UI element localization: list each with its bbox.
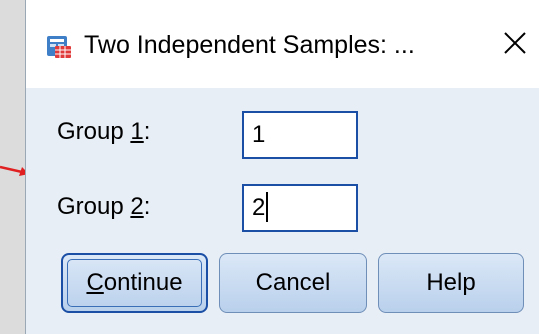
group2-label-mnemonic: 2 [130, 193, 144, 220]
continue-button[interactable]: Continue [61, 253, 208, 313]
group2-value: 2 [252, 194, 266, 221]
cancel-button[interactable]: Cancel [219, 253, 367, 313]
text-caret [266, 191, 269, 222]
group2-label-suffix: : [143, 193, 151, 220]
two-independent-samples-dialog: Two Independent Samples: ... Group 1: 1 … [25, 0, 539, 334]
group2-input[interactable]: 2 [242, 184, 358, 232]
group1-label-prefix: Group [57, 118, 131, 145]
spss-table-icon [47, 36, 71, 58]
dialog-titlebar[interactable]: Two Independent Samples: ... [26, 0, 539, 88]
group1-label-suffix: : [143, 118, 151, 145]
group1-value: 1 [252, 121, 266, 148]
focus-ring [67, 259, 202, 307]
dialog-title: Two Independent Samples: ... [84, 31, 415, 59]
group2-label: Group 2: [57, 193, 150, 221]
close-button[interactable] [498, 26, 532, 60]
help-button[interactable]: Help [378, 253, 524, 313]
group1-input[interactable]: 1 [242, 111, 358, 159]
close-icon [504, 32, 526, 54]
screenshot-stage: Two Independent Samples: ... Group 1: 1 … [0, 0, 539, 334]
group1-label: Group 1: [57, 118, 150, 146]
group1-label-mnemonic: 1 [130, 118, 144, 145]
group2-label-prefix: Group [57, 193, 131, 220]
cancel-label: Cancel [255, 269, 331, 296]
help-label: Help [426, 269, 476, 296]
